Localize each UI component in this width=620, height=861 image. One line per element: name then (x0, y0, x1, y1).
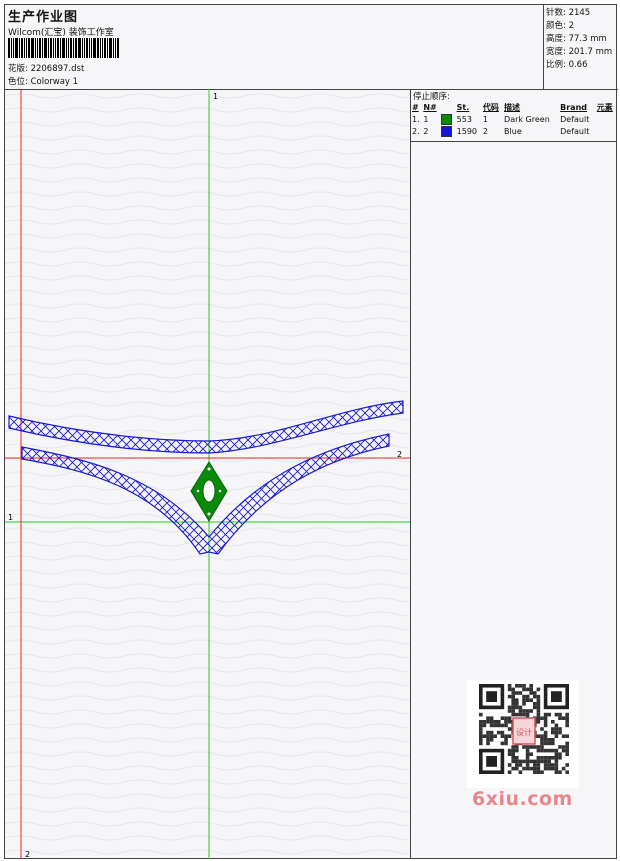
header-panel: 生产作业图 Wilcom(汇宝) 装饰工作室 花版: 2206897.dst 色… (5, 5, 543, 90)
qr-stamp-text: 设计 (516, 727, 532, 737)
row-swatch (440, 125, 455, 137)
color-swatch (441, 113, 453, 125)
table-row: 2. 2 1590 2 Blue Default (411, 125, 617, 137)
row-brand: Default (560, 126, 590, 136)
row-stitches: 1590 (456, 126, 478, 136)
barcode (8, 38, 144, 58)
row-code: 1 (482, 114, 488, 124)
row-needle: 1 (423, 114, 429, 124)
row-needle: 2 (423, 126, 429, 136)
qr-code-icon: 设计 (479, 684, 569, 774)
design-height: 高度: 77.3 mm (546, 34, 607, 44)
design-preview: 1 1 2 2 (5, 89, 410, 859)
table-row: 1. 1 553 1 Dark Green Default (411, 113, 617, 125)
stats-panel: 针数: 2145 颜色: 2 高度: 77.3 mm 宽度: 201.7 mm … (543, 5, 618, 90)
row-element (596, 113, 617, 125)
col-swatch (440, 101, 455, 113)
company-name: Wilcom(汇宝) 装饰工作室 (8, 28, 114, 38)
row-brand: Default (560, 114, 590, 124)
colorway-label: 色位: (8, 77, 28, 87)
row-stitches: 553 (456, 114, 472, 124)
design-scale: 比例: 0.66 (546, 60, 588, 70)
row-swatch (440, 113, 455, 125)
col-needle: N# (423, 102, 437, 112)
qr-code-watermark: 设计 (467, 680, 579, 788)
col-code: 代码 (482, 102, 499, 112)
col-index: # (412, 102, 419, 112)
green-left-number: 1 (8, 513, 13, 522)
color-table: # N# St. 代码 描述 Brand 元素 1. 1 553 1 Dark … (411, 101, 617, 137)
red-right-number: 2 (397, 450, 402, 459)
row-element (596, 125, 617, 137)
row-index: 1. (412, 114, 420, 124)
stitch-count: 针数: 2145 (546, 8, 591, 18)
site-watermark: 6xiu.com (472, 788, 573, 810)
row-description: Blue (504, 126, 522, 136)
green-top-number: 1 (213, 92, 218, 101)
color-table-header: # N# St. 代码 描述 Brand 元素 (411, 101, 617, 113)
colorway-value: Colorway 1 (30, 77, 79, 87)
sheet-title: 生产作业图 (8, 10, 79, 25)
design-file-line: 花版: 2206897.dst (8, 62, 84, 74)
red-bottom-number: 2 (25, 850, 30, 859)
row-index: 2. (412, 126, 420, 136)
embroidery-canvas: 1 1 2 2 (5, 89, 410, 859)
color-swatch (441, 125, 453, 137)
col-stitches: St. (456, 102, 470, 112)
side-divider (411, 141, 617, 142)
colorway-line: 色位: Colorway 1 (8, 75, 78, 87)
design-width: 宽度: 201.7 mm (546, 47, 613, 57)
row-code: 2 (482, 126, 488, 136)
col-description: 描述 (504, 102, 521, 112)
color-count: 颜色: 2 (546, 21, 574, 31)
design-file-label: 花版: (8, 64, 28, 74)
row-description: Dark Green (504, 114, 550, 124)
col-brand: Brand (560, 102, 587, 112)
col-element: 元素 (596, 102, 613, 112)
design-file-value: 2206897.dst (30, 64, 85, 74)
